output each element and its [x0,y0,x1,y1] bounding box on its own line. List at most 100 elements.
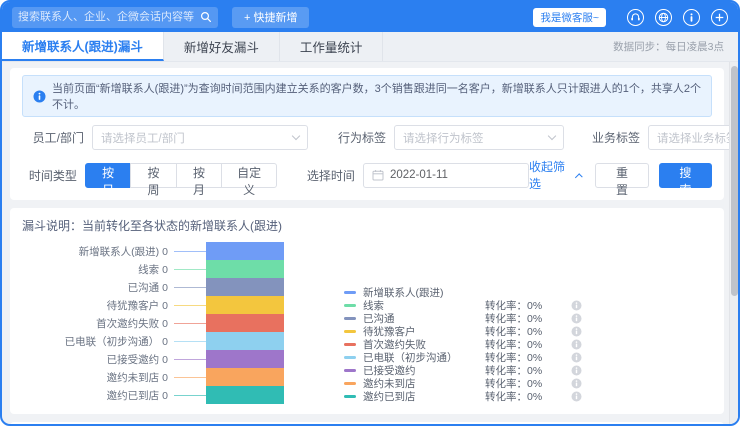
behavior-label: 行为标签 [334,129,386,146]
info-icon[interactable] [571,365,582,376]
funnel-row: 已电联（初步沟通）0 [22,332,284,350]
top-header: + 快捷新增 我是微客服~ [2,2,738,32]
funnel-card: 漏斗说明：当前转化至各状态的新增联系人(跟进) 新增联系人(跟进)0 线索0 [10,208,724,414]
tab-new-friend-funnel[interactable]: 新增好友漏斗 [164,32,280,61]
legend-color-dash [344,317,356,320]
legend-label: 邀约已到店 [363,389,485,404]
filter-row-2: 时间类型 按日 按周 按月 自定义 选择时间 [22,158,712,192]
behavior-placeholder: 请选择行为标签 [403,130,549,146]
time-type-filter: 时间类型 按日 按周 按月 自定义 [22,163,277,188]
funnel-bar[interactable] [206,368,284,386]
funnel-bar[interactable] [206,260,284,278]
time-type-weekly-button[interactable]: 按周 [130,163,176,188]
legend-color-dash [344,369,356,372]
funnel-bar[interactable] [206,296,284,314]
data-tables-card: 员工数据 客户数据 按获取时间统计 部门 员工 [10,422,724,424]
info-icon[interactable] [683,9,700,26]
chevron-down-icon [548,132,556,140]
time-type-custom-button[interactable]: 自定义 [221,163,277,188]
info-icon[interactable] [571,300,582,311]
tab-workload-stats[interactable]: 工作量统计 [280,32,384,61]
business-label: 业务标签 [588,129,640,146]
funnel-row: 已接受邀约0 [22,350,284,368]
funnel-row: 首次邀约失败0 [22,314,284,332]
info-icon[interactable] [571,326,582,337]
funnel-stage-label: 线索0 [22,262,168,277]
search-input[interactable] [18,11,200,23]
time-type-daily-button[interactable]: 按日 [85,163,131,188]
funnel-connector-line [174,251,206,252]
chevron-down-icon [292,132,300,140]
legend-color-dash [344,395,356,398]
employee-label: 员工/部门 [22,129,84,146]
funnel-bar[interactable] [206,386,284,404]
info-icon[interactable] [571,352,582,363]
business-filter: 业务标签 请选择业务标签 [588,125,738,150]
data-sync-note: 数据同步：每日凌晨3点 [613,39,738,54]
behavior-filter: 行为标签 请选择行为标签 [334,125,564,150]
search-icon[interactable] [200,11,212,23]
funnel-row: 邀约未到店0 [22,368,284,386]
quick-add-button[interactable]: + 快捷新增 [232,7,309,28]
scrollbar-thumb[interactable] [731,66,738,296]
main-content: 当前页面“新增联系人(跟进)”为查询时间范围内建立关系的客户数，3个销售跟进同一… [2,62,738,424]
funnel-stage-label: 邀约未到店0 [22,370,168,385]
collapse-filters-link[interactable]: 收起筛选 [529,158,581,192]
notice-text: 当前页面“新增联系人(跟进)”为查询时间范围内建立关系的客户数，3个销售跟进同一… [52,80,701,112]
tab-new-contact-funnel[interactable]: 新增联系人(跟进)漏斗 [2,32,164,61]
funnel-bar[interactable] [206,314,284,332]
funnel-bar[interactable] [206,332,284,350]
globe-icon[interactable] [655,9,672,26]
filter-row-1: 员工/部门 请选择员工/部门 行为标签 请选择行为标签 业务标签 [22,125,712,150]
legend-conversion-rate: 转化率：0% [485,389,571,404]
funnel-stage-label: 首次邀约失败0 [22,316,168,331]
strip-spacer [383,32,613,61]
funnel-stage-label: 新增联系人(跟进)0 [22,244,168,259]
plus-icon[interactable] [711,9,728,26]
app-window: + 快捷新增 我是微客服~ 新增联系人(跟进)漏斗 新增好友漏斗 工作量统计 数… [0,0,740,426]
info-icon[interactable] [571,313,582,324]
vertical-scrollbar[interactable] [729,62,738,424]
collapse-label: 收起筛选 [529,158,571,192]
info-icon[interactable] [571,391,582,402]
funnel-stage-label: 已接受邀约0 [22,352,168,367]
legend-color-dash [344,304,356,307]
behavior-select[interactable]: 请选择行为标签 [394,125,564,150]
info-icon[interactable] [571,339,582,350]
date-input[interactable] [390,169,520,181]
search-button[interactable]: 搜索 [659,163,712,188]
funnel-legend: 新增联系人(跟进) 线索 转化率：0% [344,286,582,404]
date-picker[interactable] [363,163,529,188]
employee-select[interactable]: 请选择员工/部门 [92,125,308,150]
funnel-row: 邀约已到店0 [22,386,284,404]
time-type-monthly-button[interactable]: 按月 [176,163,222,188]
funnel-connector-line [174,377,206,378]
funnel-connector-line [174,287,206,288]
funnel-bar[interactable] [206,278,284,296]
funnel-connector-line [174,323,206,324]
funnel-row: 待犹豫客户0 [22,296,284,314]
funnel-title: 漏斗说明：当前转化至各状态的新增联系人(跟进) [22,217,712,234]
time-type-button-group: 按日 按周 按月 自定义 [85,163,277,188]
funnel-chart: 新增联系人(跟进)0 线索0 已沟通0 [22,242,712,404]
funnel-bar[interactable] [206,350,284,368]
info-icon [33,90,46,103]
page-tab-strip: 新增联系人(跟进)漏斗 新增好友漏斗 工作量统计 数据同步：每日凌晨3点 [2,32,738,62]
funnel-bar[interactable] [206,242,284,260]
funnel-stage-label: 已沟通0 [22,280,168,295]
business-placeholder: 请选择业务标签 [657,130,738,146]
employee-placeholder: 请选择员工/部门 [101,130,293,146]
funnel-stage-label: 已电联（初步沟通）0 [22,334,168,349]
funnel-connector-line [174,395,206,396]
service-badge: 我是微客服~ [533,8,606,27]
legend-color-dash [344,291,356,294]
headset-icon[interactable] [627,9,644,26]
business-select[interactable]: 请选择业务标签 [648,125,738,150]
reset-button[interactable]: 重置 [595,163,648,188]
date-label: 选择时间 [303,167,355,184]
info-icon[interactable] [571,378,582,389]
global-search[interactable] [12,7,218,28]
legend-color-dash [344,330,356,333]
funnel-connector-line [174,305,206,306]
funnel-row: 线索0 [22,260,284,278]
